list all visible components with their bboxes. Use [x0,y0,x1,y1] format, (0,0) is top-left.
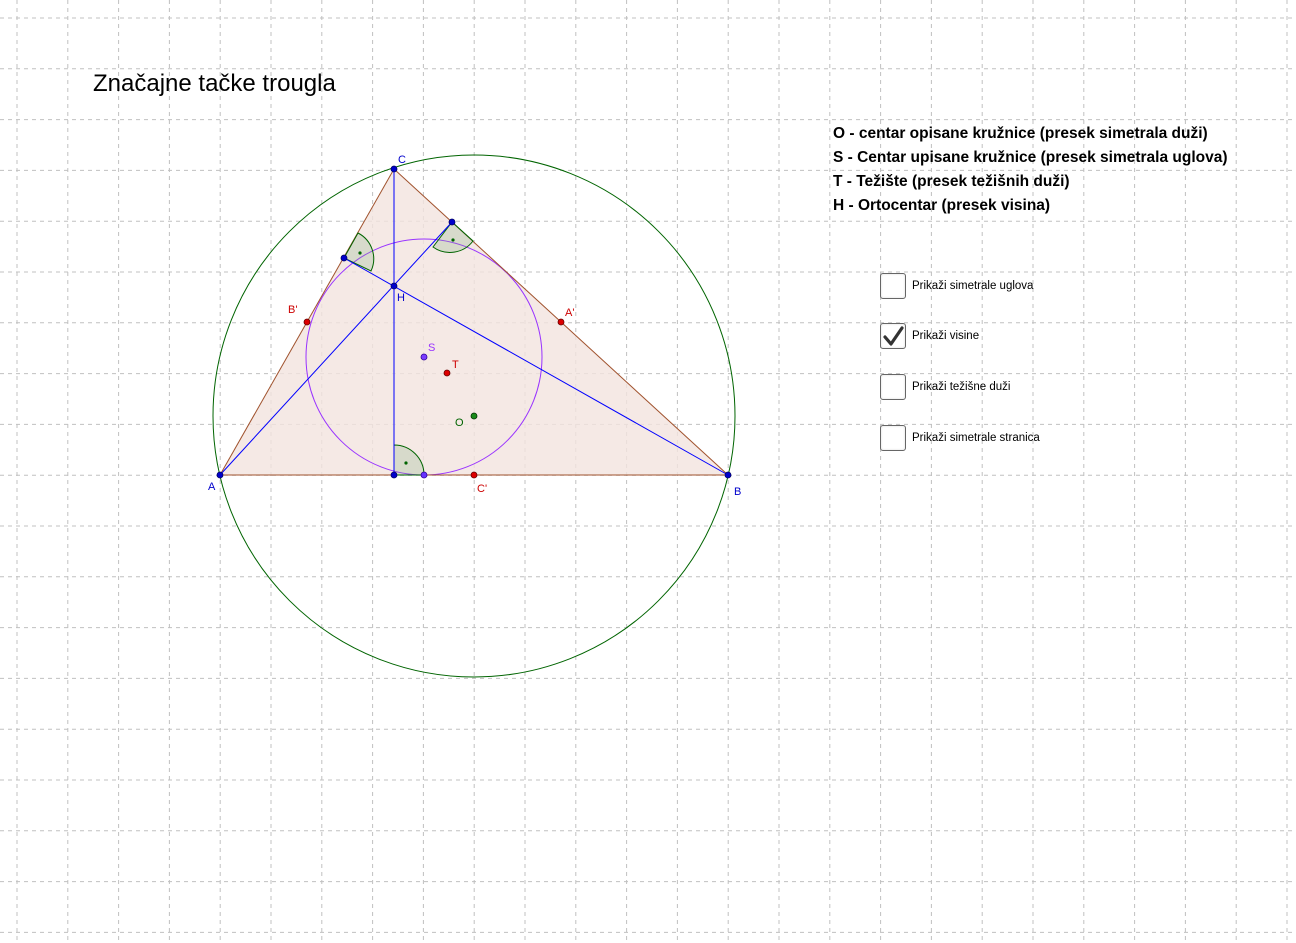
checkbox-perpendicular-bisectors[interactable]: Prikaži simetrale stranica [880,424,1040,452]
foot-altitude-b[interactable] [340,254,348,262]
incircle-tangent-point[interactable] [420,471,428,479]
right-angle-dot-b [358,251,362,255]
midpoint-a-prime[interactable] [557,318,565,326]
midpoint-b-prime[interactable] [303,318,311,326]
checkbox-angle-bisectors[interactable]: Prikaži simetrale uglova [880,272,1033,300]
legend-item-t: T - Težište (presek težišnih duži) [833,173,1070,190]
label-b-prime: B' [288,304,297,316]
label-a-prime: A' [565,307,574,319]
checkbox-box[interactable] [880,323,906,349]
point-s[interactable] [420,353,428,361]
checkbox-label: Prikaži simetrale uglova [912,280,1034,292]
checkbox-box[interactable] [880,374,906,400]
label-b: B [734,486,741,498]
checkbox-label: Prikaži visine [912,330,980,342]
point-h[interactable] [390,282,398,290]
foot-altitude-a[interactable] [448,218,456,226]
checkbox-label: Prikaži težišne duži [912,381,1011,393]
right-angle-dot-c [404,461,408,465]
midpoint-c-prime[interactable] [470,471,478,479]
checkbox-label: Prikaži simetrale stranica [912,432,1040,444]
legend-item-o: O - centar opisane kružnice (presek sime… [833,125,1208,142]
foot-altitude-c[interactable] [390,471,398,479]
label-t: T [452,359,459,371]
checkbox-box[interactable] [880,273,906,299]
checkbox-box[interactable] [880,425,906,451]
checkbox-altitudes[interactable]: Prikaži visine [880,322,979,350]
label-c: C [398,154,406,166]
triangle-abc[interactable] [220,169,728,475]
checkmark-icon [883,326,904,346]
label-h: H [397,292,405,304]
point-a[interactable] [216,471,224,479]
legend-item-s: S - Centar upisane kružnice (presek sime… [833,149,1228,166]
point-c[interactable] [390,165,398,173]
label-o: O [455,417,464,429]
legend-panel: O - centar opisane kružnice (presek sime… [833,122,1228,218]
point-t[interactable] [443,369,451,377]
point-b[interactable] [724,471,732,479]
right-angle-dot-a [451,238,455,242]
page-title: Značajne tačke trougla [93,70,336,97]
point-o[interactable] [470,412,478,420]
checkbox-medians[interactable]: Prikaži težišne duži [880,373,1010,401]
label-s: S [428,342,435,354]
legend-item-h: H - Ortocentar (presek visina) [833,197,1051,214]
label-a: A [208,481,216,493]
label-c-prime: C' [477,483,487,495]
